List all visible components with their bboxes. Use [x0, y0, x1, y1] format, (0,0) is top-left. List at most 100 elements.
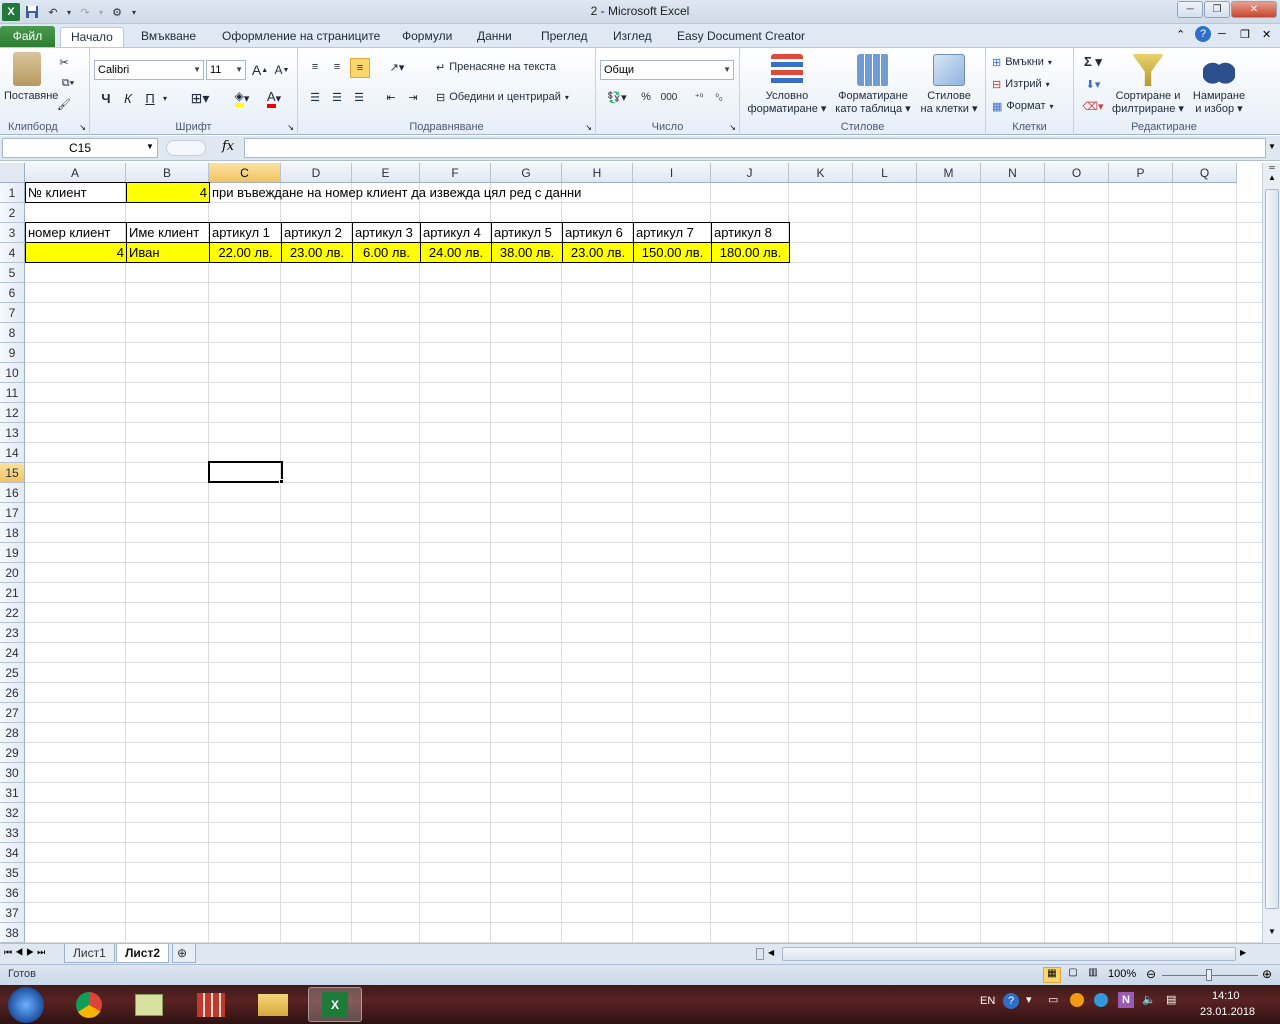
- tray-update-icon[interactable]: [1070, 993, 1084, 1007]
- insert-function-icon[interactable]: fx: [222, 139, 234, 154]
- tray-network-app-icon[interactable]: [1094, 993, 1108, 1007]
- font-name-combo[interactable]: Calibri ▼: [94, 60, 204, 80]
- format-painter-icon[interactable]: 🖌: [56, 96, 72, 112]
- cell-D4[interactable]: 23.00 лв.: [282, 243, 352, 263]
- cell-J3[interactable]: артикул 8: [712, 223, 789, 243]
- page-break-view-icon[interactable]: ▥: [1084, 967, 1102, 983]
- column-header-f[interactable]: F: [420, 163, 491, 183]
- column-header-d[interactable]: D: [281, 163, 352, 183]
- chrome-taskbar-icon[interactable]: [62, 987, 116, 1022]
- font-dialog-launcher-icon[interactable]: ↘: [287, 123, 294, 132]
- horizontal-scroll-thumb[interactable]: [782, 947, 1236, 961]
- sheet-tab-1[interactable]: Лист1: [64, 944, 115, 963]
- align-right-icon[interactable]: ☰: [350, 88, 368, 106]
- row-header-4[interactable]: 4: [0, 243, 25, 263]
- tab-view[interactable]: Изглед: [603, 27, 662, 47]
- column-header-n[interactable]: N: [981, 163, 1045, 183]
- cut-icon[interactable]: ✂: [56, 54, 72, 70]
- sheet-tab-2[interactable]: Лист2: [116, 944, 170, 963]
- underline-dropdown-icon[interactable]: ▾: [160, 88, 170, 108]
- row-header-5[interactable]: 5: [0, 263, 25, 283]
- row-header-6[interactable]: 6: [0, 283, 25, 303]
- tab-review[interactable]: Преглед: [531, 27, 598, 47]
- column-header-o[interactable]: O: [1045, 163, 1109, 183]
- cell-A4[interactable]: 4: [26, 243, 126, 263]
- formula-bar-splitter[interactable]: [166, 140, 206, 156]
- row-header-1[interactable]: 1: [0, 183, 25, 203]
- tray-help-icon[interactable]: ?: [1003, 993, 1019, 1009]
- row-header-19[interactable]: 19: [0, 543, 25, 563]
- workbook-minimize-icon[interactable]: ─: [1218, 28, 1226, 40]
- close-button[interactable]: ✕: [1231, 1, 1277, 18]
- cell-A3[interactable]: номер клиент: [26, 223, 126, 243]
- column-header-j[interactable]: J: [711, 163, 789, 183]
- name-box[interactable]: C15: [2, 138, 158, 158]
- row-header-30[interactable]: 30: [0, 763, 25, 783]
- shrink-font-icon[interactable]: A ▼: [272, 60, 292, 80]
- row-header-3[interactable]: 3: [0, 223, 25, 243]
- align-top-icon[interactable]: ≡: [306, 58, 324, 76]
- number-dialog-launcher-icon[interactable]: ↘: [729, 123, 736, 132]
- language-indicator[interactable]: EN: [980, 995, 995, 1007]
- workbook-restore-icon[interactable]: ❐: [1240, 28, 1250, 41]
- increase-indent-icon[interactable]: ⇥: [404, 88, 422, 106]
- row-header-29[interactable]: 29: [0, 743, 25, 763]
- row-header-20[interactable]: 20: [0, 563, 25, 583]
- zoom-level[interactable]: 100%: [1108, 968, 1136, 980]
- column-header-b[interactable]: B: [126, 163, 209, 183]
- cell-E3[interactable]: артикул 3: [353, 223, 420, 243]
- row-header-17[interactable]: 17: [0, 503, 25, 523]
- tab-home[interactable]: Начало: [60, 27, 124, 47]
- zoom-in-icon[interactable]: ⊕: [1262, 967, 1272, 981]
- merge-center-button[interactable]: ⊟ Обедини и центрирай ▾: [436, 88, 569, 106]
- excel-taskbar-icon[interactable]: X: [308, 987, 362, 1022]
- row-header-15[interactable]: 15: [0, 463, 25, 483]
- clock-date[interactable]: 23.01.2018: [1200, 1006, 1255, 1018]
- library-taskbar-icon[interactable]: [184, 987, 238, 1022]
- row-header-9[interactable]: 9: [0, 343, 25, 363]
- tray-expand-icon[interactable]: ▾: [1026, 993, 1032, 1006]
- workbook-close-icon[interactable]: ✕: [1262, 28, 1271, 41]
- autosum-icon[interactable]: Σ ▾: [1080, 54, 1106, 70]
- row-header-21[interactable]: 21: [0, 583, 25, 603]
- underline-button[interactable]: П: [142, 88, 158, 108]
- column-header-l[interactable]: L: [853, 163, 917, 183]
- cell-G4[interactable]: 38.00 лв.: [492, 243, 562, 263]
- italic-button[interactable]: К: [120, 88, 136, 108]
- cell-B3[interactable]: Име клиент: [127, 223, 209, 243]
- row-header-12[interactable]: 12: [0, 403, 25, 423]
- normal-view-icon[interactable]: ▦: [1043, 967, 1061, 983]
- scroll-right-icon[interactable]: ▶: [1240, 948, 1246, 957]
- tab-page-layout[interactable]: Оформление на страниците: [212, 27, 390, 47]
- cell-D3[interactable]: артикул 2: [282, 223, 352, 243]
- row-header-38[interactable]: 38: [0, 923, 25, 943]
- column-header-e[interactable]: E: [352, 163, 420, 183]
- column-header-h[interactable]: H: [562, 163, 633, 183]
- row-header-31[interactable]: 31: [0, 783, 25, 803]
- sheet-navigation-icons[interactable]: ⏮◀▶⏭: [4, 947, 48, 958]
- select-all-corner[interactable]: [0, 163, 25, 183]
- align-bottom-icon[interactable]: ≡: [350, 58, 370, 78]
- row-header-10[interactable]: 10: [0, 363, 25, 383]
- decrease-decimal-icon[interactable]: ⁰₀: [710, 88, 728, 106]
- cell-C4[interactable]: 22.00 лв.: [210, 243, 281, 263]
- tray-network-icon[interactable]: ▤: [1166, 993, 1176, 1006]
- worksheet-grid[interactable]: ABCDEFGHIJKLMNOPQ 1 2 3 4 5 6 7 8 9 10 11 12 13 14 15 1…: [0, 163, 1262, 943]
- accounting-format-icon[interactable]: 💱▾: [602, 88, 632, 106]
- fill-color-icon[interactable]: ◈ ▾: [228, 88, 256, 108]
- align-left-icon[interactable]: ☰: [306, 88, 324, 106]
- percent-style-button[interactable]: %: [638, 88, 654, 106]
- row-header-7[interactable]: 7: [0, 303, 25, 323]
- bold-button[interactable]: Ч: [98, 88, 114, 108]
- grow-font-icon[interactable]: A ▲: [250, 60, 270, 80]
- page-layout-view-icon[interactable]: ▢: [1064, 967, 1082, 983]
- column-header-m[interactable]: M: [917, 163, 981, 183]
- vertical-scroll-thumb[interactable]: [1265, 189, 1279, 909]
- row-header-24[interactable]: 24: [0, 643, 25, 663]
- tab-file[interactable]: Файл: [0, 26, 55, 47]
- align-middle-icon[interactable]: ≡: [328, 58, 346, 76]
- tray-volume-icon[interactable]: 🔈: [1142, 993, 1156, 1006]
- split-box[interactable]: ═: [1265, 163, 1279, 172]
- tab-formulas[interactable]: Формули: [392, 27, 462, 47]
- font-color-icon[interactable]: A ▾: [260, 88, 288, 108]
